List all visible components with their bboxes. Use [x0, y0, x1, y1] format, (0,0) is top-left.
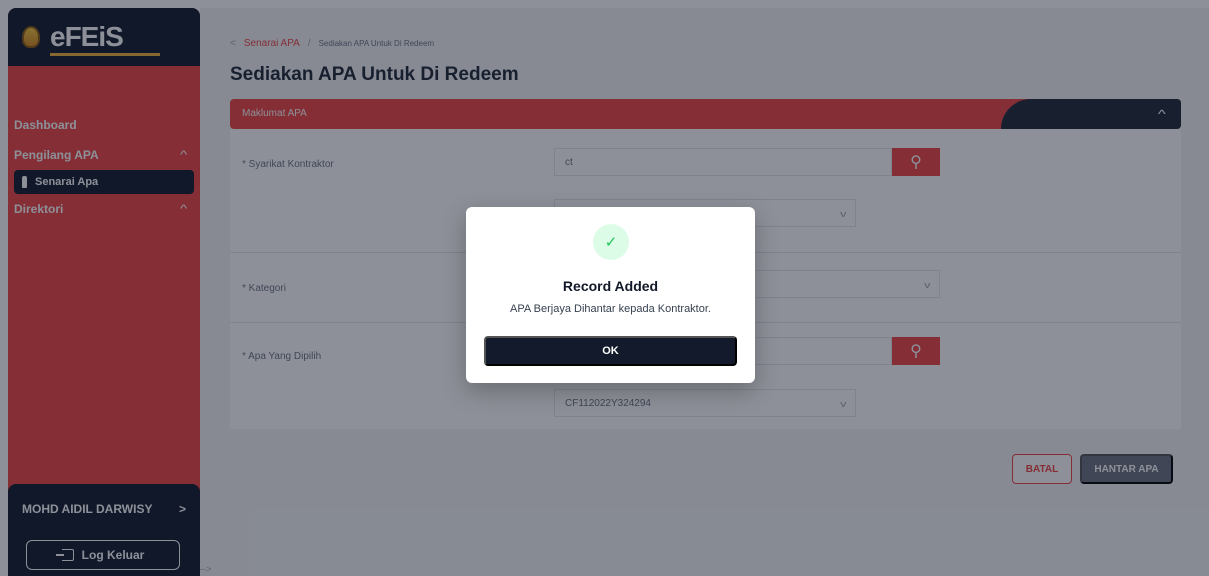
ok-button[interactable]: OK — [484, 336, 737, 366]
success-modal: ✓ Record Added APA Berjaya Dihantar kepa… — [466, 207, 755, 383]
modal-title: Record Added — [562, 278, 659, 294]
modal-message: APA Berjaya Dihantar kepada Kontraktor. — [510, 303, 711, 315]
check-icon: ✓ — [593, 224, 629, 260]
